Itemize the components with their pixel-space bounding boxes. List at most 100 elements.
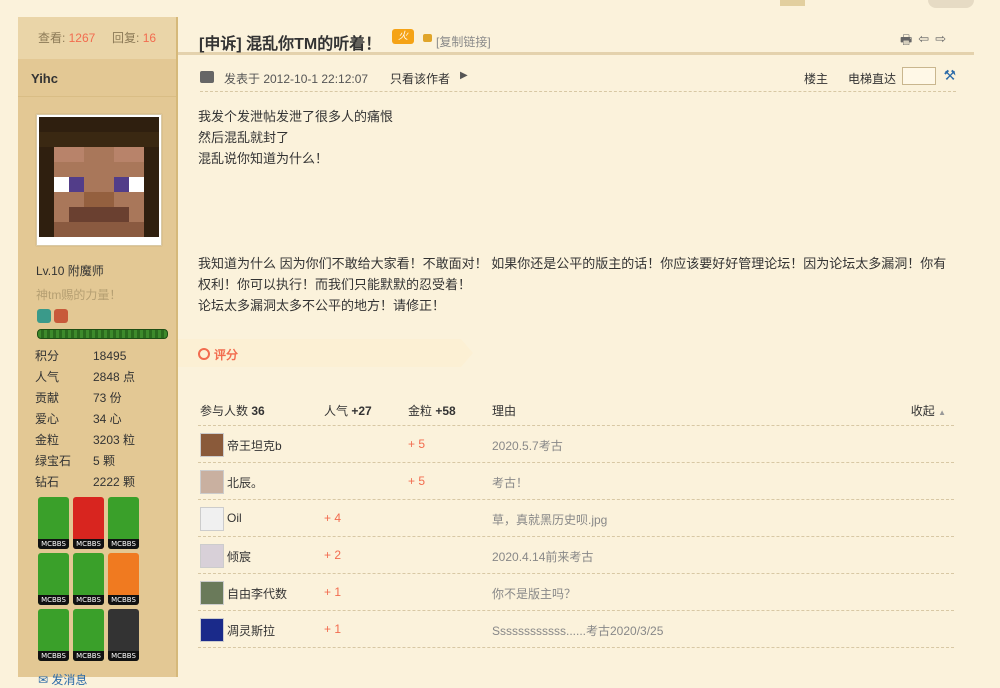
col-people-label: 参与人数 [200,404,249,418]
medal-badge[interactable]: MCBBS [38,553,69,605]
rater-avatar[interactable] [200,581,224,605]
user-stats: 积分 18495 人气 2848 点 贡献 73 份 爱心 34 心 金粒 3203 粒 … [35,345,135,492]
badge-label: MCBBS [38,651,69,661]
badge-label: MCBBS [38,595,69,605]
top-decoration [780,0,805,6]
col-people: 参与人数 36 [200,402,265,419]
badge-label: MCBBS [73,595,104,605]
only-author-link[interactable]: 只看该作者 [390,70,450,87]
rater-avatar[interactable] [200,618,224,642]
people-count: 36 [251,404,265,418]
rating-title: 评分 [214,348,239,362]
rater-reason: 你不是版主吗？ [492,587,577,601]
print-icon[interactable]: 🖶 [900,31,912,53]
user-level[interactable]: Lv.10 附魔师 [36,262,176,279]
stat-value[interactable]: 18495 [93,345,135,366]
stat-label: 人气 [35,370,60,384]
stat-value: 5 颗 [93,454,116,468]
caret-up-icon: ▲ [938,408,946,417]
level-progress-bar [37,329,168,339]
rater-reason: 考古！ [492,476,529,490]
mail-icon: ✉ [38,673,49,687]
replies-count: 16 [142,31,157,45]
gold-total: +58 [435,404,456,418]
medal-badge[interactable]: MCBBS [38,497,69,549]
copy-link-button[interactable]: [复制链接] [436,33,491,50]
next-thread-icon[interactable]: ⇨ [935,31,946,53]
medal-badge[interactable]: MCBBS [73,609,104,661]
rater-name[interactable]: Oil [227,511,242,525]
prev-thread-icon[interactable]: ⇦ [918,31,929,53]
thread-stats: 查看: 1267 回复: 16 [18,17,176,59]
author-avatar[interactable] [36,114,162,246]
stat-label: 绿宝石 [35,454,72,468]
badge-label: MCBBS [73,651,104,661]
stat-label: 钻石 [35,475,60,489]
medal-badge[interactable]: MCBBS [73,553,104,605]
rating-circle-icon [198,348,210,360]
collapse-button[interactable]: 收起 ▲ [911,402,946,419]
rater-name[interactable]: 自由李代数 [227,585,287,602]
stat-value: 2848 点 [93,370,136,384]
rater-avatar[interactable] [200,470,224,494]
medal-badge[interactable]: MCBBS [108,553,139,605]
medal-badge[interactable]: MCBBS [73,497,104,549]
post-line: 然后混乱就封了 [198,130,290,145]
rater-pop: + 1 [324,622,342,636]
post-content: 我发个发泄帖发泄了很多人的痛恨 然后混乱就封了 混乱说你知道为什么！ 我知道为什… [198,106,958,316]
stat-label: 积分 [35,349,60,363]
floor-input[interactable] [902,67,936,85]
rating-row: Oil + 4 草，真就黑历史呗.jpg [198,500,954,537]
stat-value: 3203 粒 [93,433,136,447]
rating-row: 帝王坦克b + 5 2020.5.7考古 [198,426,954,463]
badge-label: MCBBS [108,651,139,661]
rater-reason: Ssssssssssss......考古2020/3/25 [492,624,664,638]
post-line: 论坛太多漏洞太多不公平的地方！请修正！ [198,298,446,313]
rater-name[interactable]: 倾宸 [227,548,251,565]
rater-name[interactable]: 北辰。 [227,474,263,491]
post-line: 混乱说你知道为什么！ [198,151,329,166]
rater-pop: + 2 [324,548,342,562]
post-line: 我发个发泄帖发泄了很多人的痛恨 [198,109,394,124]
stat-label: 金粒 [35,433,60,447]
rater-name[interactable]: 帝王坦克b [227,437,282,454]
user-subtitle: 神tm赐的力量！ [36,288,122,302]
send-message-link[interactable]: ✉ 发消息 [38,671,176,688]
badge-label: MCBBS [108,539,139,549]
medal-grid: MCBBS MCBBS MCBBS MCBBS MCBBS MCBBS MCBB… [38,497,176,661]
stat-value: 2222 颗 [93,475,136,489]
thread-tools: 🖶 ⇦ ⇨ [900,31,946,53]
rater-gold: + 5 [408,437,426,451]
lock-icon [423,34,432,42]
col-pop-label: 人气 [324,404,349,418]
rater-reason: 2020.4.14前来考古 [492,550,594,564]
medal-badge[interactable]: MCBBS [108,497,139,549]
medal-badge[interactable]: MCBBS [108,609,139,661]
elevator-label: 电梯直达 [847,72,896,86]
rater-avatar[interactable] [200,433,224,457]
rating-table-header: 参与人数 36 人气 +27 金粒 +58 理由 收起 ▲ [198,401,954,426]
stat-value: 34 心 [93,412,122,426]
rating-header: 评分 [178,339,473,367]
floor-label: 楼主 [803,72,828,86]
rater-avatar[interactable] [200,544,224,568]
rater-pop: + 1 [324,585,342,599]
rater-gold: + 5 [408,474,426,488]
badge-label: MCBBS [38,539,69,549]
rater-reason: 2020.5.7考古 [492,439,563,453]
author-username[interactable]: Yihc [18,59,176,86]
col-gold: 金粒 +58 [408,402,456,419]
stat-value: 73 份 [93,391,122,405]
views-label: 查看: [37,31,66,45]
rater-reason: 草，真就黑历史呗.jpg [492,513,608,527]
post-timestamp: 发表于 2012-10-1 22:12:07 [224,72,369,86]
rating-row: 北辰。 + 5 考古！ [198,463,954,500]
col-reason: 理由 [492,404,517,418]
online-status-icon [200,71,214,83]
rater-name[interactable]: 凋灵斯拉 [227,622,275,639]
thread-title-bar: [申诉] 混乱你TM的听着！ 火 [复制链接] 🖶 ⇦ ⇨ [178,17,974,55]
wrench-icon[interactable]: ⚒ [943,67,956,84]
medal-badge[interactable]: MCBBS [38,609,69,661]
rater-avatar[interactable] [200,507,224,531]
post-meta-bar: 发表于 2012-10-1 22:12:07 只看该作者 ▶ 楼主 电梯直达 ⚒ [200,67,956,92]
